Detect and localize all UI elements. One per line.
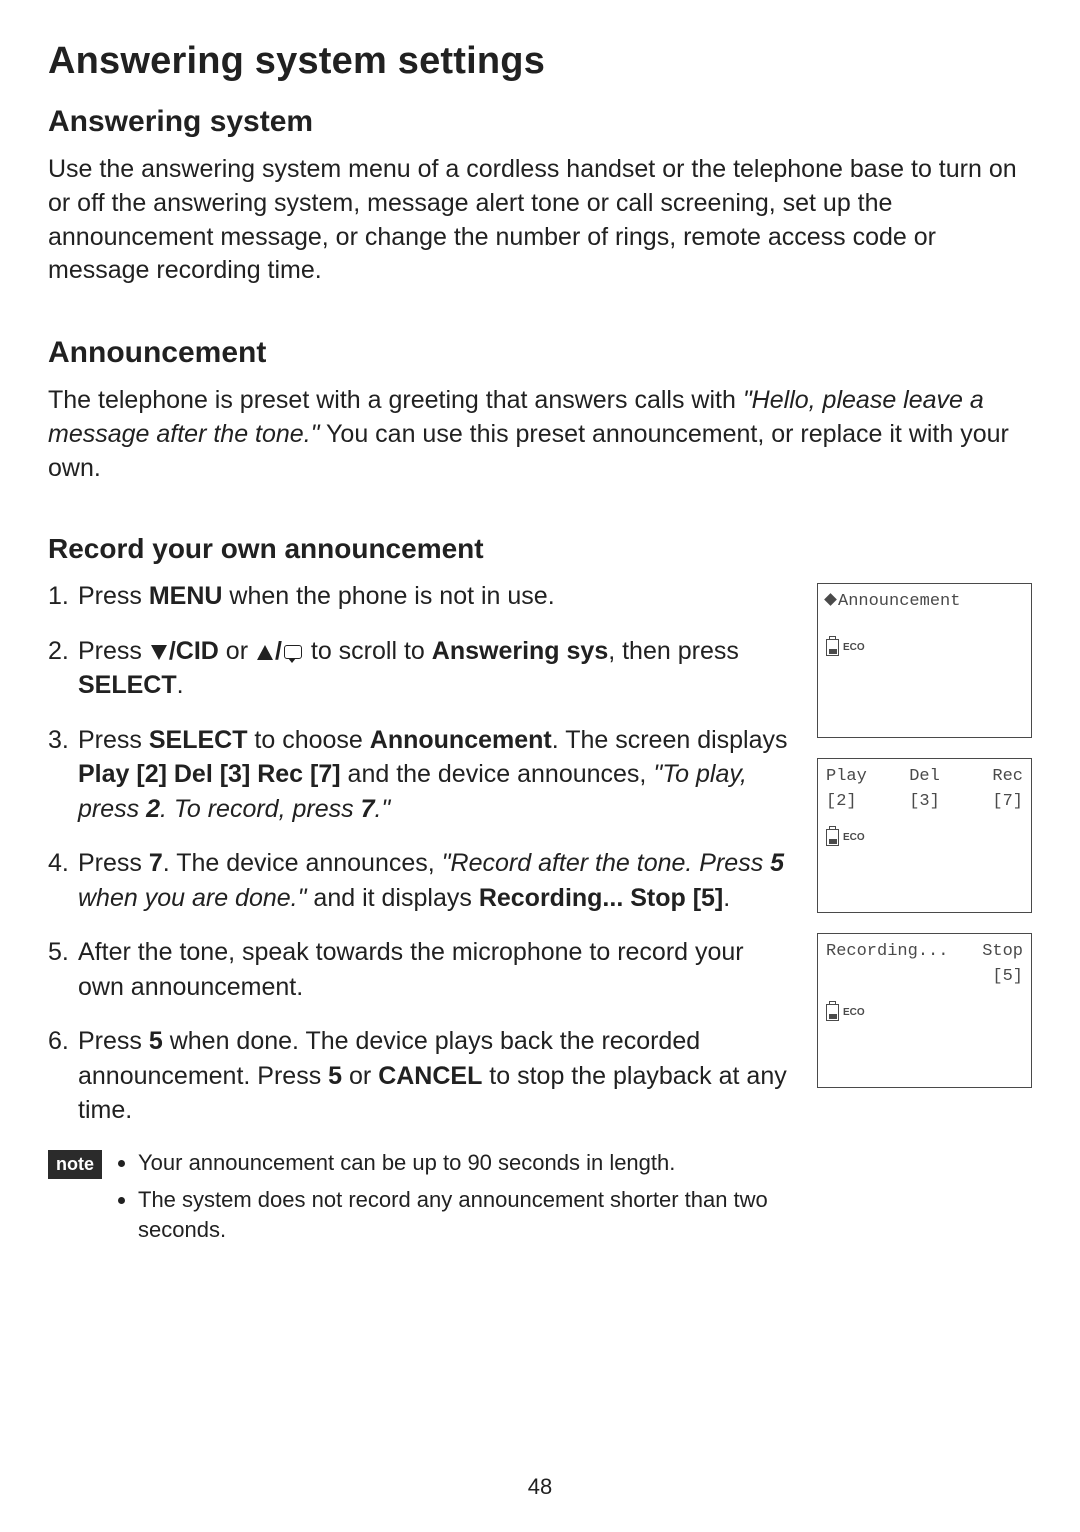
body-announcement: The telephone is preset with a greeting … <box>48 384 1032 485</box>
steps-list: Press MENU when the phone is not in use.… <box>48 579 789 1128</box>
note-item: The system does not record any announcem… <box>138 1185 789 1244</box>
diamond-icon <box>824 593 837 606</box>
battery-icon <box>826 829 839 846</box>
eco-label: ECO <box>843 832 865 843</box>
heading-announcement: Announcement <box>48 336 1032 370</box>
lcd-screen-recording: Recording...Stop [5] ECO <box>817 933 1032 1088</box>
eco-label: ECO <box>843 1007 865 1018</box>
battery-icon <box>826 1004 839 1021</box>
page-title: Answering system settings <box>48 40 1032 83</box>
lcd-screen-announcement: Announcement ECO <box>817 583 1032 738</box>
step-6: Press 5 when done. The device plays back… <box>48 1024 789 1128</box>
directory-icon <box>284 645 302 659</box>
step-1: Press MENU when the phone is not in use. <box>48 579 789 614</box>
heading-answering-system: Answering system <box>48 105 1032 139</box>
heading-record-announcement: Record your own announcement <box>48 533 1032 565</box>
step-3: Press SELECT to choose Announcement. The… <box>48 723 789 827</box>
step-4: Press 7. The device announces, "Record a… <box>48 846 789 915</box>
section-announcement: Announcement The telephone is preset wit… <box>48 336 1032 485</box>
note-block: note Your announcement can be up to 90 s… <box>48 1148 789 1253</box>
battery-icon <box>826 639 839 656</box>
down-arrow-icon <box>151 645 167 660</box>
note-item: Your announcement can be up to 90 second… <box>138 1148 789 1178</box>
eco-label: ECO <box>843 642 865 653</box>
up-arrow-icon <box>257 645 273 660</box>
section-record-announcement: Record your own announcement Press MENU … <box>48 533 1032 1253</box>
step-5: After the tone, speak towards the microp… <box>48 935 789 1004</box>
body-answering-system: Use the answering system menu of a cordl… <box>48 153 1032 288</box>
note-list: Your announcement can be up to 90 second… <box>116 1148 789 1253</box>
step-2: Press /CID or / to scroll to Answering s… <box>48 634 789 703</box>
page-number: 48 <box>0 1474 1080 1500</box>
lcd-screen-play-del-rec: PlayDelRec [2][3][7] ECO <box>817 758 1032 913</box>
note-badge: note <box>48 1150 102 1179</box>
section-answering-system: Answering system Use the answering syste… <box>48 105 1032 288</box>
